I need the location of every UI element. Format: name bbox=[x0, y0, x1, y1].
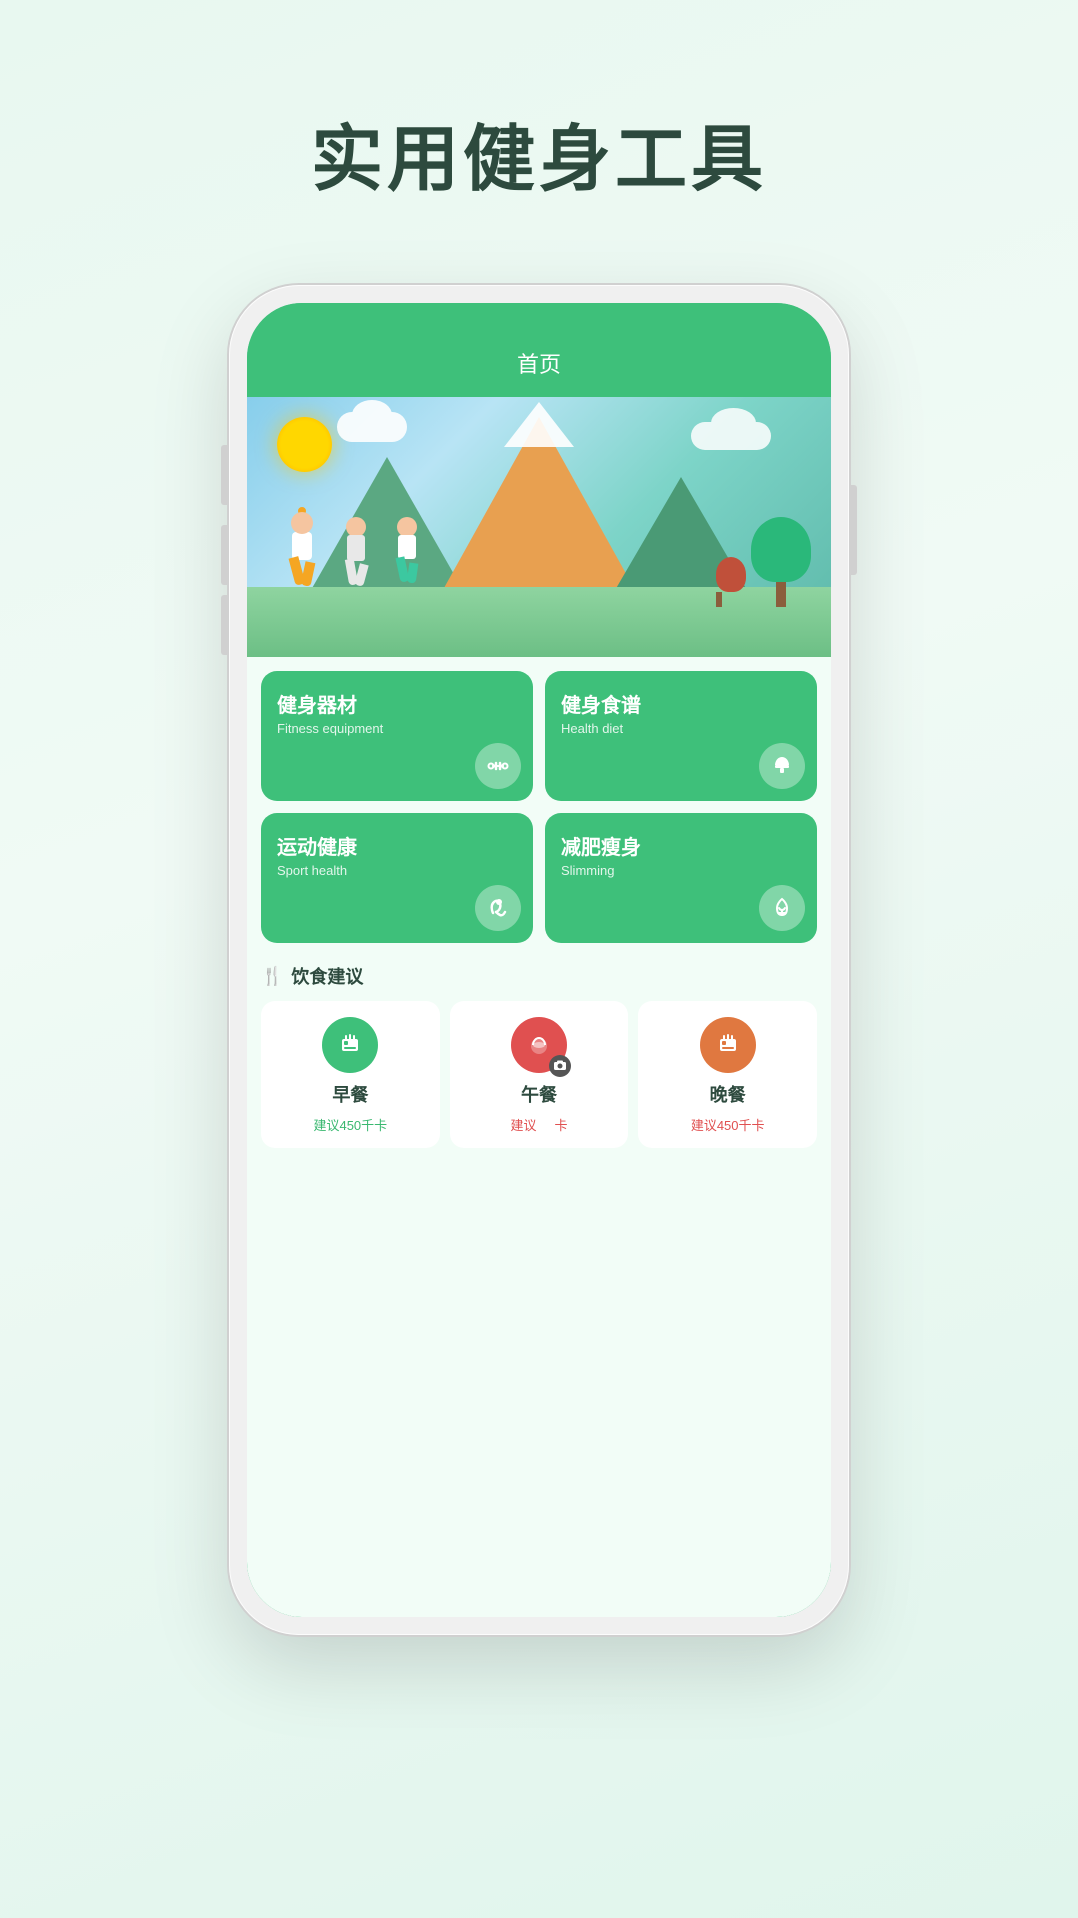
card-sport-health-icon bbox=[475, 885, 521, 931]
tree-trunk bbox=[776, 582, 786, 607]
card-slimming[interactable]: 减肥瘦身 Slimming bbox=[545, 813, 817, 943]
diet-card-lunch[interactable]: 午餐 建议卡 bbox=[450, 1001, 629, 1148]
runner-1 bbox=[287, 512, 317, 602]
breakfast-kcal: 建议450千卡 bbox=[313, 1115, 387, 1134]
card-health-diet-title-cn: 健身食谱 bbox=[561, 689, 801, 718]
card-sport-health[interactable]: 运动健康 Sport health bbox=[261, 813, 533, 943]
app-header: 首页 bbox=[247, 339, 831, 397]
card-fitness-equipment-title-cn: 健身器材 bbox=[277, 689, 517, 718]
screen-content: 健身器材 Fitness equipment bbox=[247, 397, 831, 1617]
card-sport-health-title-en: Sport health bbox=[277, 863, 517, 878]
lunch-name: 午餐 bbox=[521, 1081, 557, 1107]
runner-2 bbox=[342, 517, 370, 602]
tree-small bbox=[716, 557, 746, 607]
page-title: 实用健身工具 bbox=[311, 100, 767, 205]
banner bbox=[247, 397, 831, 657]
card-fitness-equipment[interactable]: 健身器材 Fitness equipment bbox=[261, 671, 533, 801]
diet-section-icon: 🍴 bbox=[261, 966, 283, 987]
card-fitness-equipment-icon bbox=[475, 743, 521, 789]
breakfast-name: 早餐 bbox=[332, 1081, 368, 1107]
diet-section: 🍴 饮食建议 bbox=[247, 953, 831, 1162]
card-slimming-title-cn: 减肥瘦身 bbox=[561, 831, 801, 860]
diet-card-dinner[interactable]: 晚餐 建议450千卡 bbox=[638, 1001, 817, 1148]
diet-card-breakfast[interactable]: 早餐 建议450千卡 bbox=[261, 1001, 440, 1148]
tree-large bbox=[751, 517, 811, 607]
status-bar bbox=[247, 303, 831, 339]
breakfast-icon bbox=[322, 1017, 378, 1073]
card-fitness-equipment-title-en: Fitness equipment bbox=[277, 721, 517, 736]
lunch-icon bbox=[511, 1017, 567, 1073]
runners-group bbox=[287, 512, 421, 602]
dinner-icon bbox=[700, 1017, 756, 1073]
app-header-title: 首页 bbox=[517, 352, 561, 377]
dinner-kcal: 建议450千卡 bbox=[691, 1115, 765, 1134]
card-slimming-icon bbox=[759, 885, 805, 931]
diet-section-title: 饮食建议 bbox=[291, 963, 363, 989]
phone-mockup: 首页 bbox=[229, 285, 849, 1635]
diet-cards: 早餐 建议450千卡 bbox=[261, 1001, 817, 1148]
lunch-kcal: 建议卡 bbox=[510, 1115, 567, 1134]
card-sport-health-title-cn: 运动健康 bbox=[277, 831, 517, 860]
card-health-diet[interactable]: 健身食谱 Health diet bbox=[545, 671, 817, 801]
card-health-diet-icon bbox=[759, 743, 805, 789]
camera-overlay-icon bbox=[549, 1055, 571, 1077]
runner-3 bbox=[393, 517, 421, 602]
tree-small-top bbox=[716, 557, 746, 592]
phone-screen: 首页 bbox=[247, 303, 831, 1617]
cards-grid: 健身器材 Fitness equipment bbox=[247, 657, 831, 953]
mountain-snow bbox=[504, 402, 574, 447]
card-health-diet-title-en: Health diet bbox=[561, 721, 801, 736]
tree-top bbox=[751, 517, 811, 582]
diet-header: 🍴 饮食建议 bbox=[261, 963, 817, 989]
dinner-name: 晚餐 bbox=[710, 1081, 746, 1107]
tree-small-trunk bbox=[716, 592, 722, 607]
card-slimming-title-en: Slimming bbox=[561, 863, 801, 878]
